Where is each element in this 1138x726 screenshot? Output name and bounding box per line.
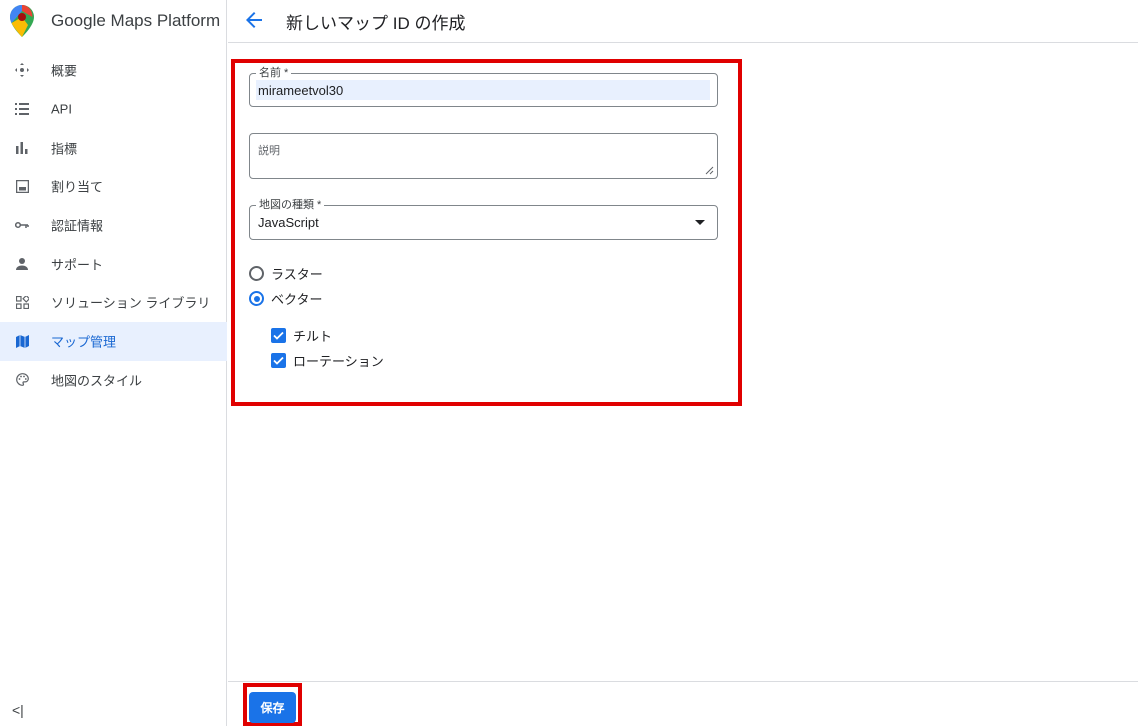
list-icon [14,101,30,117]
sidebar-item-api[interactable]: API [0,90,227,129]
name-field-label: 名前 * [256,66,292,80]
sidebar-item-label: 認証情報 [51,218,104,234]
sidebar-item-solutions[interactable]: ソリューション ライブラリ [0,283,227,322]
quota-icon [14,178,30,194]
sidebar-item-label: API [51,101,72,117]
description-input[interactable] [258,142,698,172]
sidebar-item-label: ソリューション ライブラリ [51,295,211,311]
map-type-label: 地図の種類 * [256,198,325,212]
name-input[interactable] [258,80,708,100]
checkbox-checked-icon[interactable] [271,353,286,368]
sidebar-item-quotas[interactable]: 割り当て [0,167,227,206]
checkbox-tilt-label: チルト [293,329,333,344]
back-arrow-icon[interactable] [242,8,266,32]
sidebar-item-metrics[interactable]: 指標 [0,128,227,167]
radio-raster-label: ラスター [271,267,323,282]
sidebar-item-label: 地図のスタイル [51,373,143,389]
name-field[interactable]: 名前 * [249,66,718,107]
checkbox-rotation[interactable]: ローテーション [271,351,384,370]
sidebar-item-map-styles[interactable]: 地図のスタイル [0,361,227,400]
brand-header[interactable]: Google Maps Platform [0,0,227,42]
palette-icon [14,372,30,388]
brand-title: Google Maps Platform [51,11,221,30]
app-root: Google Maps Platform 概要 API 指標 割り当て 認証情報… [0,0,1138,726]
page-title: 新しいマップ ID の作成 [286,14,466,33]
overview-icon [14,62,30,78]
key-icon [14,217,30,233]
map-icon [14,333,30,349]
sidebar-item-label: 概要 [51,63,78,79]
checkbox-rotation-label: ローテーション [293,354,384,369]
map-type-value: JavaScript [258,215,319,230]
footer-divider [228,681,1138,682]
radio-vector[interactable]: ベクター [249,289,322,308]
sidebar-item-map-management[interactable]: マップ管理 [0,321,227,361]
resize-handle-icon[interactable] [705,166,714,175]
sidebar-nav: 概要 API 指標 割り当て 認証情報 サポート ソリューション ライブラリ マ… [0,51,227,399]
page-header: 新しいマップ ID の作成 [228,0,1138,43]
sidebar-item-overview[interactable]: 概要 [0,51,227,90]
bar-chart-icon [14,140,30,156]
maps-pin-logo-icon [10,5,34,37]
checkbox-checked-icon[interactable] [271,328,286,343]
description-field[interactable] [249,133,718,179]
collapse-sidebar-button[interactable]: <| [12,702,32,722]
map-type-select[interactable]: 地図の種類 * JavaScript [249,198,718,240]
radio-raster[interactable]: ラスター [249,264,323,283]
dropdown-arrow-icon [695,220,705,225]
sidebar-item-label: サポート [51,257,104,273]
save-button[interactable]: 保存 [249,692,296,723]
sidebar-item-credentials[interactable]: 認証情報 [0,206,227,245]
checkbox-tilt[interactable]: チルト [271,326,332,345]
radio-unchecked-icon[interactable] [249,266,264,281]
sidebar: Google Maps Platform 概要 API 指標 割り当て 認証情報… [0,0,227,726]
sidebar-item-label: 割り当て [51,179,104,195]
person-icon [14,256,30,272]
radio-checked-icon[interactable] [249,291,264,306]
sidebar-item-support[interactable]: サポート [0,244,227,283]
radio-vector-label: ベクター [271,292,323,307]
sidebar-item-label: 指標 [51,141,78,157]
sidebar-item-label: マップ管理 [51,334,117,350]
solutions-icon [14,294,30,310]
